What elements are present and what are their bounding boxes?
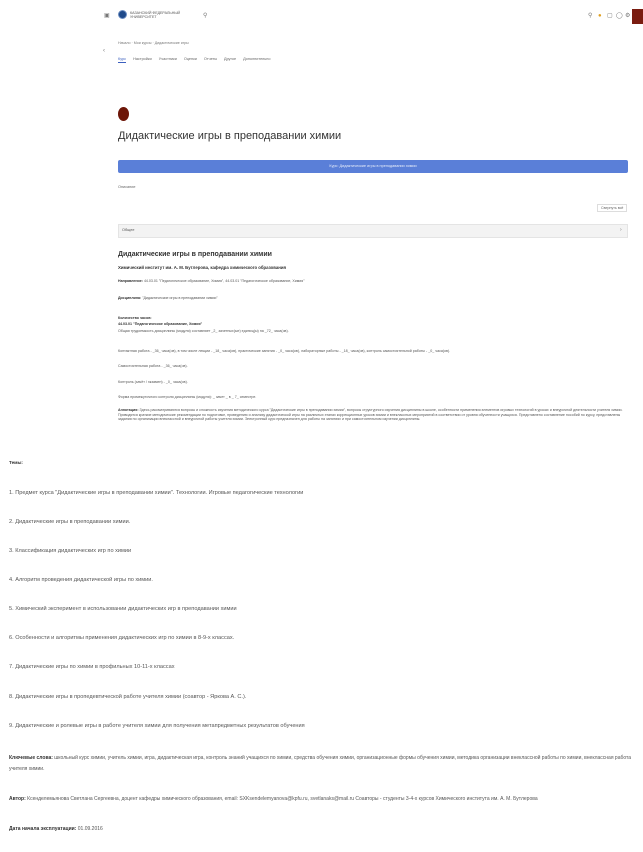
direction-text: 44.03.01 "Педагогическое образование, Хи…	[143, 279, 305, 283]
annotation-label: Аннотация:	[118, 408, 139, 412]
hours-heading: Количество часов:	[118, 316, 152, 320]
sidebar-toggle-icon[interactable]: ▣	[104, 12, 110, 20]
settings-icon[interactable]: ⚙	[625, 12, 630, 20]
discipline-text: "Дидактические игры в преподавании химии…	[142, 296, 218, 300]
discipline-line: Дисциплина: "Дидактические игры в препод…	[118, 296, 218, 301]
annotation-text: Здесь рассматриваются вопросы и сложност…	[118, 408, 623, 422]
discipline-label: Дисциплина:	[118, 296, 142, 300]
list-item: 2. Дидактические игры в преподавании хим…	[9, 519, 131, 525]
author-label: Автор:	[9, 796, 26, 802]
notification-icon[interactable]: ●	[598, 12, 602, 20]
direction-label: Направление:	[118, 279, 143, 283]
bell-icon[interactable]: ⚲	[588, 12, 592, 20]
start-date-label: Дата начала эксплуатации:	[9, 826, 77, 832]
chat-icon[interactable]: ▢	[607, 12, 613, 20]
course-image	[118, 107, 129, 121]
start-date: Дата начала эксплуатации: 01.09.2016	[9, 826, 103, 832]
hours-line: Контроль (зачёт / экзамен) - _0_ часа(ов…	[118, 380, 188, 384]
keywords: Ключевые слова: школьный курс химии, учи…	[9, 753, 639, 775]
tab-other[interactable]: Другое	[224, 57, 236, 63]
list-item: 7. Дидактические игры по химии в профиль…	[9, 664, 175, 670]
section-header[interactable]	[118, 224, 628, 238]
collapse-all-button[interactable]: Свернуть всё	[597, 204, 628, 212]
annotation: Аннотация: Здесь рассматриваются вопросы…	[118, 408, 630, 422]
logo-icon[interactable]	[118, 10, 127, 19]
drawer-toggle-icon[interactable]: ‹	[103, 47, 105, 55]
institute-line: Химический институт им. А. М. Бутлерова,…	[118, 265, 286, 270]
section-title: Дидактические игры в преподавании химии	[118, 251, 272, 258]
list-item: 9. Дидактические и ролевые игры в работе…	[9, 723, 305, 729]
list-item: 3. Классификация дидактических игр по хи…	[9, 548, 132, 554]
keywords-text: школьный курс химии, учитель химии, игра…	[9, 755, 632, 772]
breadcrumb[interactable]: Начало · Мои курсы · Дидактические игры	[118, 41, 189, 45]
list-item: 4. Алгоритм проведения дидактической игр…	[9, 577, 153, 583]
university-name: КАЗАНСКИЙ ФЕДЕРАЛЬНЫЙ УНИВЕРСИТЕТ	[130, 11, 181, 20]
tab-participants[interactable]: Участники	[159, 57, 177, 63]
direction-line: Направление: 44.03.01 "Педагогическое об…	[118, 279, 304, 284]
keywords-label: Ключевые слова:	[9, 755, 53, 761]
hours-line: Общая трудоемкость дисциплины (модуля) с…	[118, 329, 289, 333]
tab-more[interactable]: Дополнительно	[243, 57, 270, 63]
hours-line: Контактная работа - _36_ часа(ов), в том…	[118, 349, 451, 353]
user-menu-icon[interactable]: ◯	[616, 12, 623, 20]
author-text: Ксенделемьянова Светлана Сергеевна, доце…	[27, 796, 538, 802]
tab-settings[interactable]: Настройки	[133, 57, 152, 63]
hours-line: Форма промежуточного контроля дисциплины…	[118, 395, 257, 399]
list-item: 1. Предмет курса "Дидактические игры в п…	[9, 490, 304, 496]
page-title: Дидактические игры в преподавании химии	[118, 130, 342, 142]
top-navbar	[0, 0, 643, 34]
hours-subheading: 44.03.01 "Педагогическое образование, Хи…	[118, 322, 203, 326]
list-item: 6. Особенности и алгоритмы применения ди…	[9, 635, 235, 641]
tab-reports[interactable]: Отчеты	[204, 57, 217, 63]
course-button[interactable]: Курс: Дидактические игры в преподавании …	[118, 160, 628, 173]
avatar[interactable]	[632, 9, 643, 24]
search-icon[interactable]: ⚲	[203, 12, 207, 19]
list-item: 5. Химический эксперимент в использовани…	[9, 606, 237, 612]
tab-course[interactable]: Курс	[118, 57, 127, 63]
author-line: Автор: Ксенделемьянова Светлана Сергеевн…	[9, 796, 639, 802]
themes-heading: Темы:	[9, 460, 23, 465]
tab-grades[interactable]: Оценки	[184, 57, 197, 63]
section-name: Общее	[122, 228, 135, 232]
list-item: 8. Дидактические игры в пропедевтической…	[9, 694, 247, 700]
chevron-right-icon[interactable]: ›	[620, 227, 622, 233]
course-tabs: Курс Настройки Участники Оценки Отчеты Д…	[118, 57, 270, 63]
hours-line: Самостоятельная работа - _36_ часа(ов).	[118, 364, 188, 368]
description-link[interactable]: Описание	[118, 185, 135, 189]
start-date-value: 01.09.2016	[77, 826, 103, 832]
